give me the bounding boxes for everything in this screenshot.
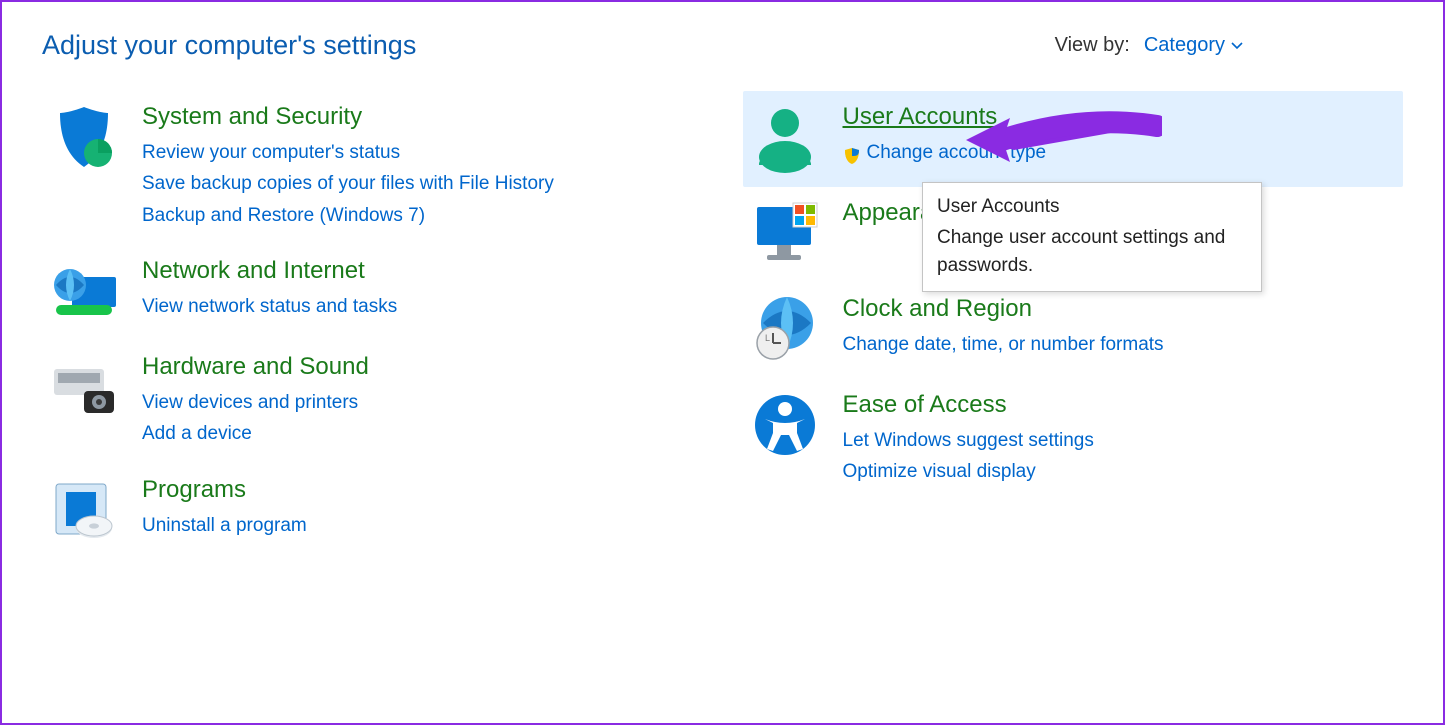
chevron-down-icon <box>1231 42 1243 50</box>
view-by-value-text: Category <box>1144 34 1225 57</box>
category-title[interactable]: Programs <box>142 476 246 504</box>
link-windows-suggest-settings[interactable]: Let Windows suggest settings <box>843 425 1094 456</box>
category-title[interactable]: Network and Internet <box>142 257 365 285</box>
category-title[interactable]: User Accounts <box>843 103 998 131</box>
left-column: System and Security Review your computer… <box>42 91 703 560</box>
link-network-status[interactable]: View network status and tasks <box>142 291 397 322</box>
tooltip-body: Change user account settings and passwor… <box>937 224 1247 281</box>
link-text: Change account type <box>867 137 1047 168</box>
appearance-icon <box>749 197 821 269</box>
link-change-account-type[interactable]: Change account type <box>843 137 1047 168</box>
link-file-history-backup[interactable]: Save backup copies of your files with Fi… <box>142 168 554 199</box>
view-by-dropdown[interactable]: Category <box>1144 34 1243 57</box>
ease-of-access-icon <box>749 389 821 461</box>
category-hardware-sound: Hardware and Sound View devices and prin… <box>42 341 703 464</box>
user-accounts-icon <box>749 101 821 173</box>
tooltip-user-accounts: User Accounts Change user account settin… <box>922 182 1262 292</box>
link-backup-restore-win7[interactable]: Backup and Restore (Windows 7) <box>142 200 554 231</box>
link-devices-printers[interactable]: View devices and printers <box>142 387 369 418</box>
link-add-device[interactable]: Add a device <box>142 418 369 449</box>
category-clock-region: L Clock and Region Change date, time, or… <box>743 283 1404 379</box>
link-uninstall-program[interactable]: Uninstall a program <box>142 510 307 541</box>
category-network-internet: Network and Internet View network status… <box>42 245 703 341</box>
category-system-security: System and Security Review your computer… <box>42 91 703 245</box>
programs-icon <box>48 474 120 546</box>
view-by: View by: Category <box>1055 34 1243 57</box>
category-programs: Programs Uninstall a program <box>42 464 703 560</box>
category-ease-of-access: Ease of Access Let Windows suggest setti… <box>743 379 1404 502</box>
tooltip-title: User Accounts <box>937 193 1247 222</box>
link-date-time-formats[interactable]: Change date, time, or number formats <box>843 329 1164 360</box>
uac-shield-icon <box>843 144 861 162</box>
link-optimize-visual-display[interactable]: Optimize visual display <box>843 456 1094 487</box>
category-user-accounts: User Accounts Change account type <box>743 91 1404 187</box>
right-column: User Accounts Change account type <box>743 91 1404 560</box>
shield-icon <box>48 101 120 173</box>
view-by-label: View by: <box>1055 34 1130 57</box>
category-title[interactable]: Hardware and Sound <box>142 353 369 381</box>
clock-region-icon: L <box>749 293 821 365</box>
page-title: Adjust your computer's settings <box>42 30 416 61</box>
category-title[interactable]: System and Security <box>142 103 362 131</box>
network-icon <box>48 255 120 327</box>
link-review-status[interactable]: Review your computer's status <box>142 137 554 168</box>
svg-text:L: L <box>765 333 770 343</box>
hardware-icon <box>48 351 120 423</box>
category-title[interactable]: Ease of Access <box>843 391 1007 419</box>
category-title[interactable]: Clock and Region <box>843 295 1032 323</box>
